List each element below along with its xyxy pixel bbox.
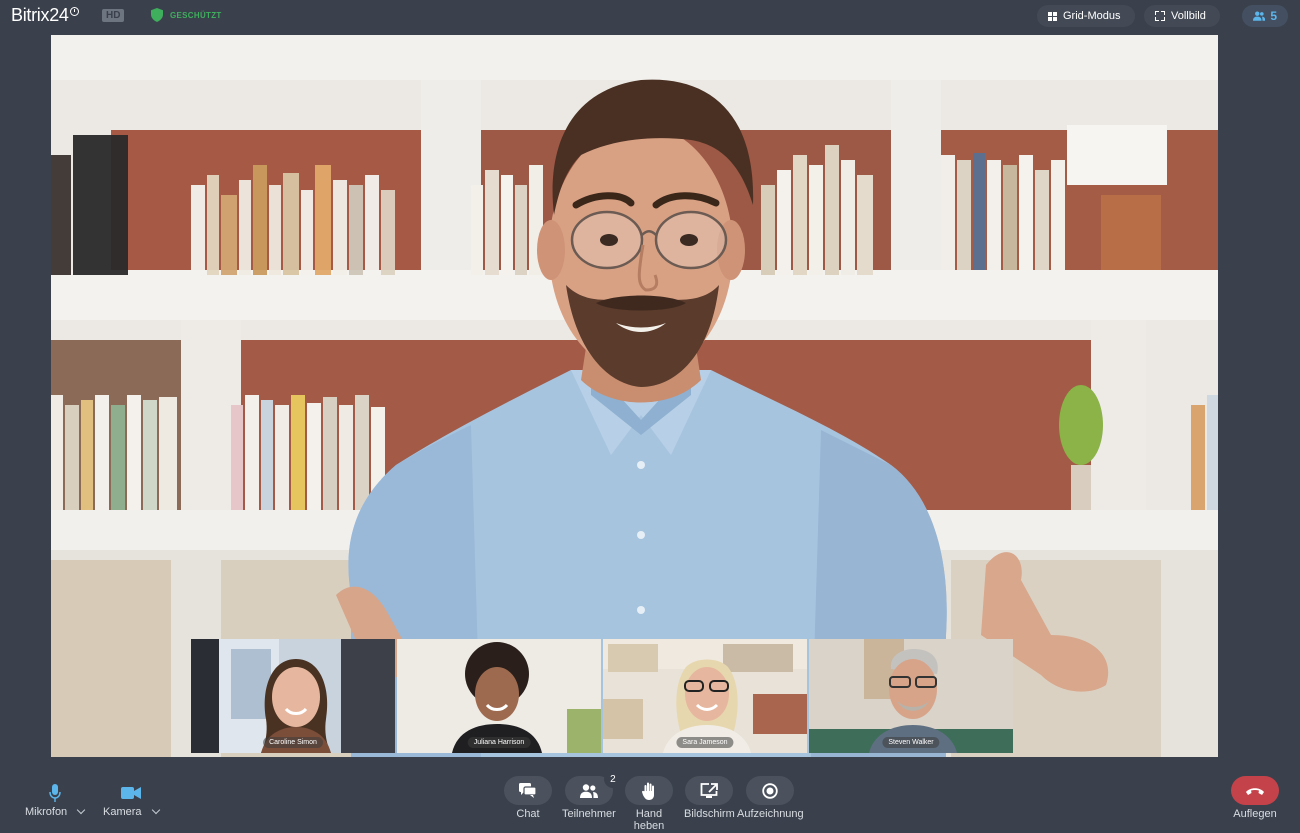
hangup-label: Auflegen <box>1233 808 1277 820</box>
grid-mode-button[interactable]: Grid-Modus <box>1037 5 1135 27</box>
bitrix24-logo: Bitrix24 <box>11 5 79 26</box>
microphone-label: Mikrofon <box>25 806 68 818</box>
chat-label: Chat <box>516 808 540 820</box>
chevron-down-icon[interactable] <box>76 805 86 815</box>
microphone-control[interactable]: Mikrofon <box>25 784 86 818</box>
top-bar: Bitrix24 HD GESCHÜTZT Grid-Modus Vollbil… <box>0 0 1300 32</box>
raise-hand-label-line1: Hand <box>635 808 663 820</box>
record-button-circle[interactable] <box>746 776 795 805</box>
participant-thumbnails: Caroline Simon Juliana Harrison Sara Jam… <box>191 639 1061 753</box>
participants-button-circle[interactable]: 2 <box>564 770 622 805</box>
camera-label-row: Kamera <box>103 805 160 818</box>
screen-share-button[interactable]: Bildschirm <box>684 776 735 820</box>
participant-thumbnail[interactable]: Juliana Harrison <box>397 639 601 753</box>
participant-name: Juliana Harrison <box>467 737 531 748</box>
participants-badge: 2 <box>603 770 622 788</box>
participant-thumbnail[interactable]: Sara Jameson <box>603 639 807 753</box>
fullscreen-icon <box>1155 11 1165 21</box>
raise-hand-button[interactable]: Hand heben <box>625 776 673 832</box>
participants-button[interactable]: 2 Teilnehmer <box>562 770 622 820</box>
users-icon <box>579 783 598 798</box>
fullscreen-button[interactable]: Vollbild <box>1144 5 1220 27</box>
camera-label: Kamera <box>103 806 142 818</box>
participant-video <box>191 639 395 753</box>
secure-indicator: GESCHÜTZT <box>151 8 222 22</box>
screen-share-icon <box>700 783 719 798</box>
clock-icon <box>69 6 79 16</box>
logo-text: Bitrix24 <box>11 5 69 25</box>
chevron-down-icon[interactable] <box>151 805 160 815</box>
microphone-icon <box>48 784 61 802</box>
participant-video <box>809 639 1013 753</box>
hangup-button-circle[interactable] <box>1231 776 1279 805</box>
participant-thumbnail[interactable]: Caroline Simon <box>191 639 395 753</box>
hd-badge: HD <box>102 9 125 22</box>
record-icon <box>762 782 779 799</box>
microphone-label-row: Mikrofon <box>25 805 86 818</box>
record-label: Aufzeichnung <box>737 808 804 820</box>
record-button[interactable]: Aufzeichnung <box>737 776 804 820</box>
grid-mode-label: Grid-Modus <box>1063 10 1121 22</box>
chat-button-circle[interactable] <box>504 776 552 805</box>
raise-hand-button-circle[interactable] <box>625 776 673 805</box>
camera-icon <box>120 787 141 799</box>
participant-name: Sara Jameson <box>676 737 734 748</box>
grid-icon <box>1048 11 1057 21</box>
raise-hand-label: Hand heben <box>634 808 665 832</box>
screen-share-label: Bildschirm <box>684 808 735 820</box>
secure-label: GESCHÜTZT <box>170 10 222 20</box>
participants-count: 5 <box>1270 9 1277 23</box>
screen-share-button-circle[interactable] <box>685 776 734 805</box>
users-icon <box>1253 11 1266 21</box>
raise-hand-label-line2: heben <box>633 820 665 832</box>
participant-thumbnail[interactable]: Steven Walker <box>809 639 1013 753</box>
chat-button[interactable]: Chat <box>504 776 552 820</box>
participant-name: Steven Walker <box>882 737 940 748</box>
phone-hangup-icon <box>1246 787 1264 795</box>
chat-icon <box>519 783 537 798</box>
participants-label: Teilnehmer <box>562 808 616 820</box>
participant-name: Caroline Simon <box>263 737 323 748</box>
participant-video <box>603 639 807 753</box>
fullscreen-label: Vollbild <box>1171 10 1206 22</box>
camera-control[interactable]: Kamera <box>103 784 160 818</box>
shield-icon <box>151 8 163 22</box>
participants-count-button[interactable]: 5 <box>1242 5 1288 27</box>
hand-icon <box>642 782 654 800</box>
participant-video <box>397 639 601 753</box>
hangup-button[interactable]: Auflegen <box>1231 776 1279 820</box>
